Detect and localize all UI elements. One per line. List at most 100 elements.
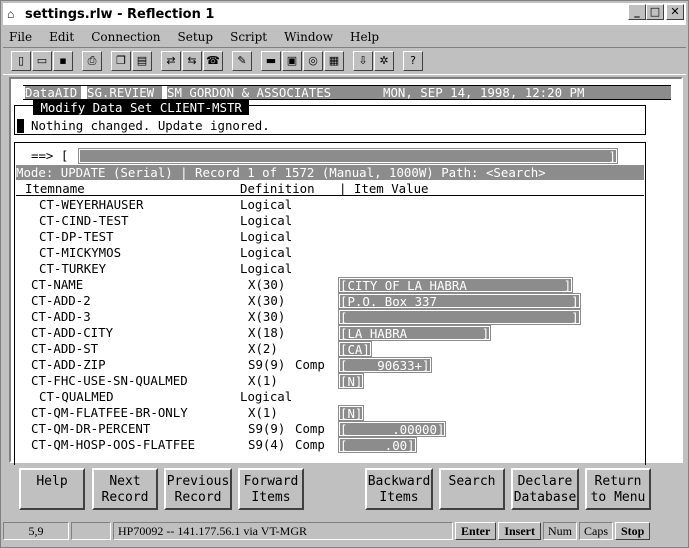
item-definition: X(30) <box>248 309 286 324</box>
search-button[interactable]: Search <box>439 468 505 510</box>
item-definition: S9(9) <box>248 421 286 436</box>
help-button[interactable]: Help <box>19 468 85 510</box>
title-bar: ⌂ settings.rlw - Reflection 1 <box>3 3 686 25</box>
declare-database-button[interactable]: Declare Database <box>511 468 579 510</box>
connect-icon[interactable]: ⇄ <box>161 51 181 71</box>
num-lock-indicator: Num <box>543 522 577 540</box>
app-icon[interactable]: ⌂ <box>7 7 21 21</box>
item-name: CT-FHC-USE-SN-QUALMED <box>31 373 188 388</box>
transfer-icon[interactable]: ⇩ <box>353 51 373 71</box>
item-value-field[interactable]: [ 90633+] <box>339 358 431 373</box>
menu-file[interactable]: File <box>9 30 32 44</box>
open-folder-icon[interactable]: ▭ <box>32 51 52 71</box>
menu-help[interactable]: Help <box>350 30 379 44</box>
keyboard-icon[interactable]: ▦ <box>324 51 344 71</box>
host-connection: HP70092 -- 141.177.56.1 via VT-MGR <box>113 522 453 540</box>
window-title: settings.rlw - Reflection 1 <box>25 6 215 22</box>
item-name: CT-ADD-3 <box>31 309 91 324</box>
item-value-field[interactable]: [CA] <box>339 342 371 357</box>
enter-key-indicator[interactable]: Enter <box>455 522 497 540</box>
item-value-field[interactable]: [N] <box>339 406 364 421</box>
item-definition: X(2) <box>248 341 278 356</box>
item-name: CT-QM-HOSP-OOS-FLATFEE <box>31 437 196 452</box>
function-key-bar: Help Next Record Previous Record Forward… <box>1 468 689 516</box>
header-tab-review: SG.REVIEW <box>87 86 162 99</box>
menu-setup[interactable]: Setup <box>178 30 214 44</box>
item-name: CT-NAME <box>31 277 84 292</box>
item-definition: Logical <box>240 261 293 276</box>
col-header-definition: Definition <box>240 181 315 196</box>
dialog-title: Modify Data Set CLIENT-MSTR <box>33 100 250 115</box>
context-help-icon[interactable]: ? <box>403 51 423 71</box>
close-button[interactable]: ✕ <box>666 4 684 20</box>
display-setup-icon[interactable]: ▬ <box>261 51 281 71</box>
settings-icon[interactable]: ◎ <box>303 51 323 71</box>
item-value-field[interactable]: [ .00000] <box>339 422 446 437</box>
menu-window[interactable]: Window <box>284 30 333 44</box>
header-tab-dataaid: DataAID <box>25 86 81 99</box>
item-value-field[interactable]: [N] <box>339 374 364 389</box>
item-definition: X(18) <box>248 325 286 340</box>
terminal-setup-icon[interactable]: ▣ <box>282 51 302 71</box>
copy-icon[interactable]: ❐ <box>111 51 131 71</box>
backward-items-button[interactable]: Backward Items <box>365 468 433 510</box>
menu-edit[interactable]: Edit <box>49 30 74 44</box>
item-definition: X(1) <box>248 405 278 420</box>
item-definition: X(1) <box>248 373 278 388</box>
item-value-field[interactable]: [ .00] <box>339 438 416 453</box>
minimize-button[interactable]: _ <box>628 4 646 20</box>
new-document-icon[interactable]: ▯ <box>11 51 31 71</box>
item-name: CT-QUALMED <box>39 389 114 404</box>
return-to-menu-button[interactable]: Return to Menu <box>585 468 651 510</box>
item-definition: S9(4) <box>248 437 286 452</box>
item-value-field[interactable]: [LA HABRA ] <box>339 326 491 341</box>
phone-icon[interactable]: ☎ <box>203 51 223 71</box>
item-definition: Logical <box>240 197 293 212</box>
app-window: ⌂ settings.rlw - Reflection 1 _ □ ✕ File… <box>0 0 689 548</box>
maximize-button[interactable]: □ <box>646 4 664 20</box>
print-icon[interactable]: ⎙ <box>82 51 102 71</box>
item-name: CT-TURKEY <box>39 261 107 276</box>
next-record-button[interactable]: Next Record <box>92 468 158 510</box>
macro-icon[interactable]: ✲ <box>374 51 394 71</box>
toolbar: ▯ ▭ ▪ ⎙ ❐ ▤ ⇄ ⇆ ☎ ✎ ▬ ▣ ◎ ▦ ⇩ ✲ ? <box>3 47 686 75</box>
col-header-item-value: | Item Value <box>339 181 429 196</box>
item-definition: Logical <box>240 245 293 260</box>
status-bar: 5,9 HP70092 -- 141.177.56.1 via VT-MGR E… <box>3 519 686 543</box>
item-storage-type: Comp <box>295 437 325 452</box>
column-divider <box>16 195 644 196</box>
insert-key-indicator[interactable]: Insert <box>498 522 541 540</box>
header-datetime: MON, SEP 14, 1998, 12:20 PM <box>383 85 585 100</box>
item-value-field[interactable]: [CITY OF LA HABRA ] <box>339 278 573 293</box>
item-name: CT-ADD-ZIP <box>31 357 106 372</box>
item-name: CT-QM-DR-PERCENT <box>31 421 151 436</box>
text-cursor <box>17 119 24 133</box>
stop-key-indicator[interactable]: Stop <box>615 522 651 540</box>
item-name: CT-ADD-2 <box>31 293 91 308</box>
mode-line: Mode: UPDATE (Serial) | Record 1 of 1572… <box>16 165 644 180</box>
item-definition: X(30) <box>248 293 286 308</box>
item-definition: S9(9) <box>248 357 286 372</box>
menu-bar: File Edit Connection Setup Script Window… <box>3 27 686 47</box>
item-name: CT-CIND-TEST <box>39 213 129 228</box>
item-name: CT-DP-TEST <box>39 229 114 244</box>
disconnect-icon[interactable]: ⇆ <box>182 51 202 71</box>
menu-connection[interactable]: Connection <box>91 30 160 44</box>
menu-script[interactable]: Script <box>230 30 267 44</box>
item-name: CT-ADD-CITY <box>31 325 114 340</box>
item-storage-type: Comp <box>295 357 325 372</box>
item-name: CT-WEYERHAUSER <box>39 197 144 212</box>
cursor-position: 5,9 <box>3 522 69 540</box>
item-value-field[interactable]: [P.O. Box 337 ] <box>339 294 580 309</box>
command-input[interactable]: ] <box>79 149 617 164</box>
save-icon[interactable]: ▪ <box>53 51 73 71</box>
item-storage-type: Comp <box>295 421 325 436</box>
previous-record-button[interactable]: Previous Record <box>164 468 232 510</box>
item-definition: Logical <box>240 229 293 244</box>
item-name: CT-QM-FLATFEE-BR-ONLY <box>31 405 188 420</box>
item-value-field[interactable]: [ ] <box>339 310 580 325</box>
terminal-screen[interactable]: DataAID SG.REVIEW SM GORDON & ASSOCIATES… <box>9 77 683 465</box>
notes-icon[interactable]: ✎ <box>232 51 252 71</box>
forward-items-button[interactable]: Forward Items <box>238 468 304 510</box>
paste-icon[interactable]: ▤ <box>132 51 152 71</box>
